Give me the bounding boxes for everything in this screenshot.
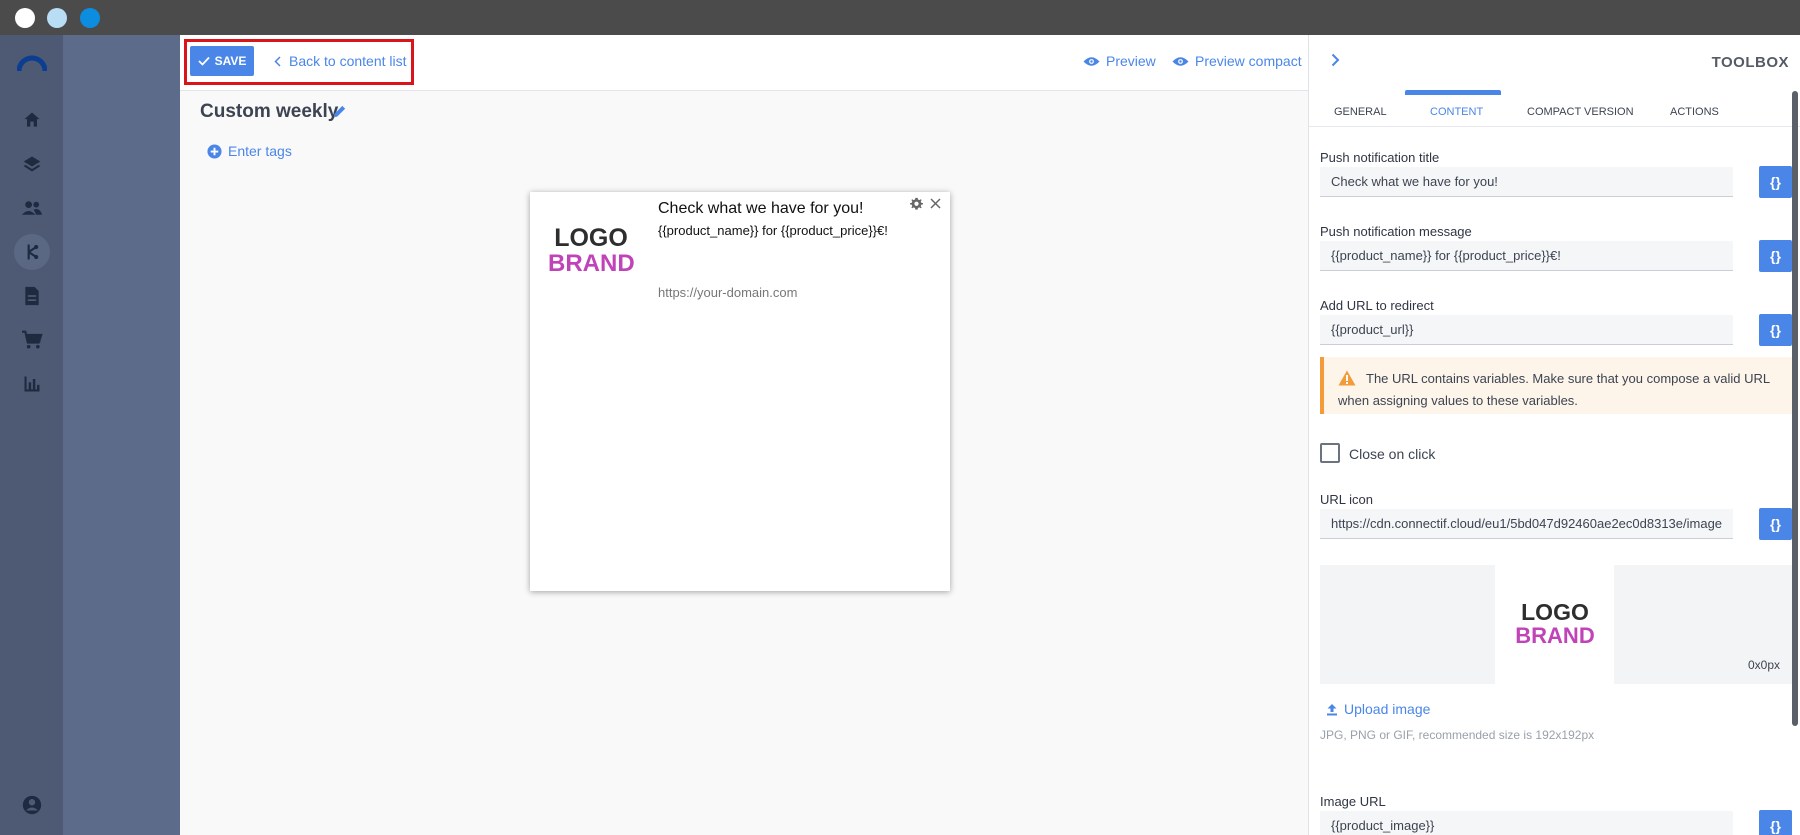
chevron-left-icon <box>274 55 281 67</box>
url-variables-warning: The URL contains variables. Make sure th… <box>1320 357 1792 414</box>
brand-logo-image: LOGO BRAND <box>1515 601 1595 647</box>
eye-icon <box>1083 56 1100 66</box>
notification-url: https://your-domain.com <box>658 285 798 300</box>
editor-toolbar: SAVE Back to content list Preview Previe… <box>180 35 1308 91</box>
save-label: SAVE <box>214 54 247 68</box>
add-circle-icon <box>207 143 222 159</box>
collapse-chevron-icon[interactable] <box>1331 53 1340 72</box>
url-icon-variable-button[interactable]: {} <box>1759 508 1792 540</box>
preview-compact-link[interactable]: Preview compact <box>1172 53 1302 69</box>
image-url-input[interactable] <box>1320 811 1733 835</box>
main-nav <box>0 35 63 835</box>
redirect-url-input[interactable] <box>1320 315 1733 345</box>
toolbox-panel: TOOLBOX GENERAL CONTENT COMPACT VERSION … <box>1308 35 1800 835</box>
push-message-label: Push notification message <box>1320 224 1472 239</box>
push-title-label: Push notification title <box>1320 150 1440 165</box>
home-icon[interactable] <box>14 102 50 138</box>
active-tab-indicator <box>1405 90 1501 95</box>
brand-logo-icon[interactable] <box>14 45 50 81</box>
notification-preview: LOGO BRAND Check what we have for you! {… <box>530 192 950 591</box>
account-icon[interactable] <box>14 787 50 823</box>
upload-image-link[interactable]: Upload image <box>1326 701 1430 717</box>
notification-message: {{product_name}} for {{product_price}}€! <box>658 223 888 238</box>
preview-compact-label: Preview compact <box>1195 53 1302 69</box>
push-message-variable-button[interactable]: {} <box>1759 240 1792 272</box>
logo-line-1: LOGO <box>554 224 628 252</box>
window-close-dot[interactable] <box>15 8 35 28</box>
logo-line-1: LOGO <box>1521 599 1589 625</box>
edit-pencil-icon[interactable] <box>332 104 347 124</box>
warning-icon <box>1338 370 1356 391</box>
brand-logo-image: LOGO BRAND <box>548 224 635 277</box>
back-to-content-list-link[interactable]: Back to content list <box>274 53 407 69</box>
document-icon[interactable] <box>14 278 50 314</box>
layers-icon[interactable] <box>14 146 50 182</box>
window-maximize-dot[interactable] <box>80 8 100 28</box>
url-icon-input[interactable] <box>1320 509 1733 539</box>
logo-line-2: BRAND <box>1515 623 1595 648</box>
toolbox-title: TOOLBOX <box>1711 54 1789 71</box>
push-title-variable-button[interactable]: {} <box>1759 166 1792 198</box>
icon-image-card: LOGO BRAND <box>1495 565 1614 684</box>
image-url-variable-button[interactable]: {} <box>1759 810 1792 835</box>
save-button[interactable]: SAVE <box>190 46 254 76</box>
eye-icon <box>1172 56 1189 66</box>
panel-scrollbar[interactable] <box>1792 91 1798 726</box>
close-icon[interactable] <box>930 196 941 212</box>
redirect-url-variable-button[interactable]: {} <box>1759 314 1792 346</box>
check-icon <box>197 56 210 66</box>
push-title-input[interactable] <box>1320 167 1733 197</box>
cart-icon[interactable] <box>14 322 50 358</box>
tabs-divider <box>1309 126 1800 127</box>
enter-tags-label: Enter tags <box>228 143 292 159</box>
window-minimize-dot[interactable] <box>47 8 67 28</box>
close-on-click-checkbox[interactable] <box>1320 443 1340 463</box>
preview-link[interactable]: Preview <box>1083 53 1156 69</box>
secondary-nav <box>63 35 180 835</box>
tab-compact-version[interactable]: COMPACT VERSION <box>1527 106 1634 118</box>
workflows-icon[interactable] <box>14 234 50 270</box>
contacts-icon[interactable] <box>14 190 50 226</box>
close-on-click-label[interactable]: Close on click <box>1349 446 1435 462</box>
logo-line-2: BRAND <box>548 250 635 277</box>
notification-title: Check what we have for you! <box>658 200 864 217</box>
image-size-label: 0x0px <box>1747 658 1780 672</box>
url-icon-label: URL icon <box>1320 492 1373 507</box>
tab-content[interactable]: CONTENT <box>1430 106 1483 118</box>
gear-icon[interactable] <box>910 197 923 215</box>
upload-icon <box>1327 703 1337 715</box>
page-title: Custom weekly <box>200 101 339 122</box>
preview-label: Preview <box>1106 53 1156 69</box>
push-message-input[interactable] <box>1320 241 1733 271</box>
icon-image-preview: LOGO BRAND 0x0px <box>1320 565 1792 684</box>
redirect-url-label: Add URL to redirect <box>1320 298 1434 313</box>
image-url-label: Image URL <box>1320 794 1386 809</box>
upload-label: Upload image <box>1344 701 1431 717</box>
warning-text: The URL contains variables. Make sure th… <box>1338 371 1770 408</box>
back-label: Back to content list <box>289 53 407 69</box>
analytics-icon[interactable] <box>14 366 50 402</box>
window-titlebar <box>0 0 1800 35</box>
tab-general[interactable]: GENERAL <box>1334 106 1387 118</box>
enter-tags-link[interactable]: Enter tags <box>207 143 292 159</box>
upload-hint: JPG, PNG or GIF, recommended size is 192… <box>1320 728 1595 742</box>
tab-actions[interactable]: ACTIONS <box>1670 106 1719 118</box>
